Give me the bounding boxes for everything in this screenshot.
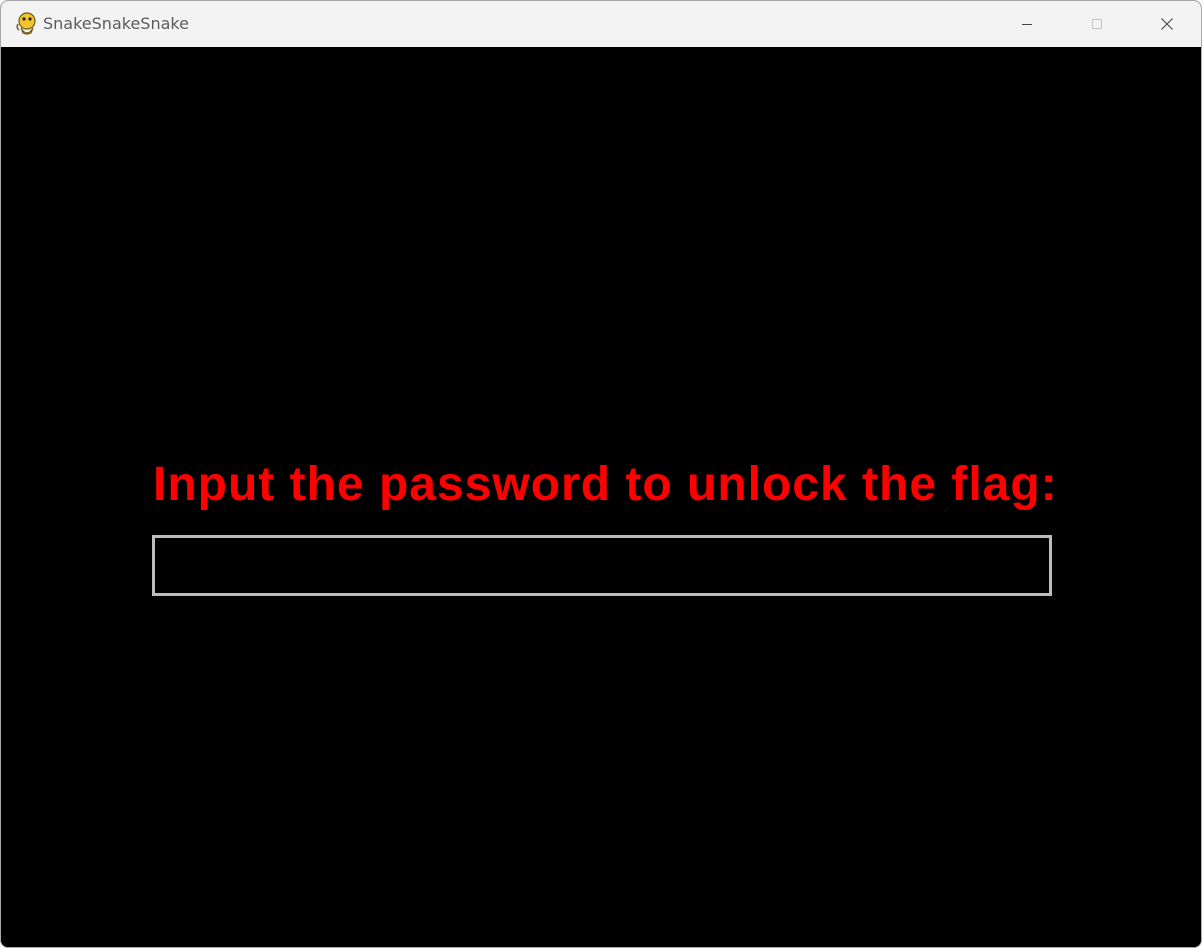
snake-app-icon: [16, 12, 36, 35]
minimize-icon: [1022, 24, 1032, 25]
window-title: SnakeSnakeSnake: [43, 14, 189, 33]
minimize-button[interactable]: [992, 1, 1062, 47]
password-prompt: Input the password to unlock the flag:: [153, 458, 1058, 511]
close-icon: [1161, 18, 1173, 30]
app-window: SnakeSnakeSnake Input the password to un…: [0, 0, 1202, 948]
maximize-icon: [1092, 19, 1102, 29]
maximize-button[interactable]: [1062, 1, 1132, 47]
close-button[interactable]: [1132, 1, 1201, 47]
title-bar[interactable]: SnakeSnakeSnake: [1, 1, 1201, 47]
password-input[interactable]: [152, 535, 1052, 596]
game-canvas[interactable]: Input the password to unlock the flag:: [1, 47, 1201, 947]
